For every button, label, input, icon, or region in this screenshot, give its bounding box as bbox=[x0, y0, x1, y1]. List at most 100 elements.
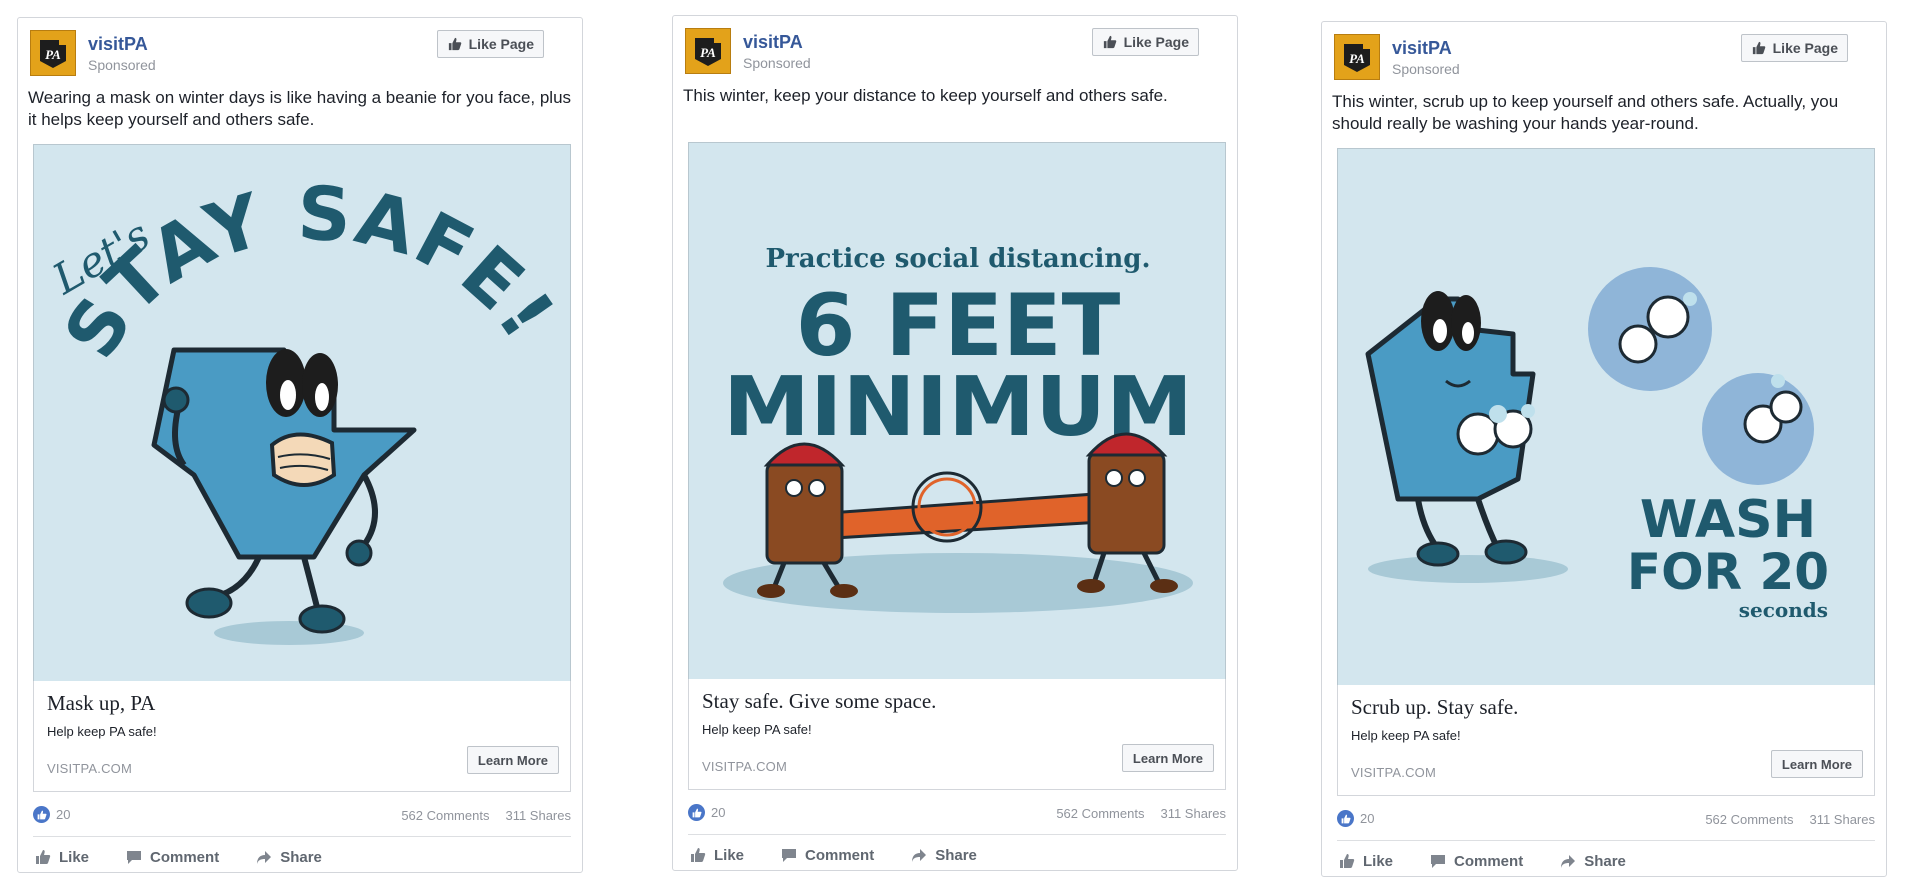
learn-more-button[interactable]: Learn More bbox=[1121, 744, 1214, 772]
comment-icon bbox=[782, 849, 797, 862]
comment-button[interactable]: Comment bbox=[124, 844, 221, 870]
ad-description: Help keep PA safe! bbox=[47, 724, 157, 739]
page-name[interactable]: visitPA bbox=[1392, 38, 1452, 59]
share-arrow-icon bbox=[257, 851, 272, 864]
headline-art-line-1: WASH bbox=[1640, 490, 1816, 550]
share-label: Share bbox=[1584, 852, 1626, 870]
like-count[interactable]: 20 bbox=[1337, 810, 1374, 827]
six-feet-illustration: Practice social distancing. 6 FEET MINIM… bbox=[723, 244, 1193, 613]
headline-art-text: STAY SAFE! bbox=[48, 171, 569, 373]
thumbs-up-icon bbox=[1103, 35, 1116, 49]
action-bar: Like Comment Share bbox=[1337, 848, 1875, 874]
ad-card: PA visitPA Sponsored Like Page This wint… bbox=[672, 15, 1238, 871]
ad-headline[interactable]: Stay safe. Give some space. bbox=[702, 689, 936, 714]
like-button[interactable]: Like bbox=[688, 842, 746, 868]
like-label: Like bbox=[59, 848, 90, 866]
share-arrow-icon bbox=[912, 849, 927, 862]
script-text: Practice social distancing. bbox=[766, 244, 1151, 274]
divider bbox=[33, 836, 571, 837]
share-arrow-icon bbox=[1561, 855, 1576, 868]
wash-hands-illustration: WASH FOR 20 seconds bbox=[1365, 267, 1829, 622]
sponsored-label: Sponsored bbox=[743, 55, 811, 71]
comment-count[interactable]: 562 Comments bbox=[1056, 806, 1144, 821]
share-label: Share bbox=[935, 846, 977, 864]
like-page-button[interactable]: Like Page bbox=[1091, 28, 1199, 56]
ad-description: Help keep PA safe! bbox=[702, 722, 812, 737]
ad-image[interactable]: WASH FOR 20 seconds bbox=[1337, 148, 1875, 686]
ad-caption: This winter, keep your distance to keep … bbox=[683, 86, 1168, 105]
comment-count[interactable]: 562 Comments bbox=[401, 808, 489, 823]
script-text: seconds bbox=[1739, 598, 1828, 622]
share-count[interactable]: 311 Shares bbox=[1160, 806, 1226, 821]
share-label: Share bbox=[280, 848, 322, 866]
page-avatar[interactable]: PA bbox=[685, 28, 731, 74]
engagement-stats: 20 562 Comments 311 Shares bbox=[688, 802, 1226, 824]
ad-link-footer[interactable]: Scrub up. Stay safe. Help keep PA safe! … bbox=[1337, 685, 1875, 796]
headline-art-line-2: FOR 20 bbox=[1627, 543, 1829, 601]
like-page-label: Like Page bbox=[1123, 34, 1189, 50]
sponsored-label: Sponsored bbox=[1392, 61, 1460, 77]
action-bar: Like Comment Share bbox=[688, 842, 1226, 868]
share-button[interactable]: Share bbox=[1558, 848, 1628, 874]
ad-link-footer[interactable]: Mask up, PA Help keep PA safe! VISITPA.C… bbox=[33, 681, 571, 792]
like-page-button[interactable]: Like Page bbox=[1740, 34, 1848, 62]
like-reaction-icon bbox=[1337, 810, 1354, 827]
engagement-stats: 20 562 Comments 311 Shares bbox=[33, 804, 571, 826]
like-button[interactable]: Like bbox=[33, 844, 91, 870]
learn-more-button[interactable]: Learn More bbox=[1770, 750, 1863, 778]
thumbs-up-icon bbox=[448, 37, 461, 51]
thumbs-up-icon bbox=[1752, 41, 1765, 55]
thumbs-up-icon bbox=[691, 848, 706, 862]
sponsored-label: Sponsored bbox=[88, 57, 156, 73]
ad-caption: Wearing a mask on winter days is like ha… bbox=[28, 88, 572, 129]
like-count-value: 20 bbox=[711, 805, 726, 820]
ad-headline[interactable]: Scrub up. Stay safe. bbox=[1351, 695, 1518, 720]
page-name[interactable]: visitPA bbox=[88, 34, 148, 55]
comment-label: Comment bbox=[150, 848, 220, 866]
ad-domain: VISITPA.COM bbox=[702, 759, 788, 774]
comment-icon bbox=[1431, 855, 1446, 868]
like-page-label: Like Page bbox=[1772, 40, 1838, 56]
page-avatar[interactable]: PA bbox=[30, 30, 76, 76]
comment-button[interactable]: Comment bbox=[1428, 848, 1525, 874]
learn-more-button[interactable]: Learn More bbox=[466, 746, 559, 774]
comment-count[interactable]: 562 Comments bbox=[1705, 812, 1793, 827]
share-button[interactable]: Share bbox=[909, 842, 979, 868]
like-reaction-icon bbox=[33, 806, 50, 823]
like-page-label: Like Page bbox=[468, 36, 534, 52]
thumbs-up-icon bbox=[36, 850, 51, 864]
share-count[interactable]: 311 Shares bbox=[505, 808, 571, 823]
ad-card: PA visitPA Sponsored Like Page Wearing a… bbox=[17, 17, 583, 873]
ad-image[interactable]: Let's STAY SAFE! bbox=[33, 144, 571, 682]
ad-link-footer[interactable]: Stay safe. Give some space. Help keep PA… bbox=[688, 679, 1226, 790]
action-bar: Like Comment Share bbox=[33, 844, 571, 870]
like-label: Like bbox=[714, 846, 745, 864]
ad-card: PA visitPA Sponsored Like Page This wint… bbox=[1321, 21, 1887, 877]
divider bbox=[1337, 840, 1875, 841]
comment-icon bbox=[127, 851, 142, 864]
page-name[interactable]: visitPA bbox=[743, 32, 803, 53]
like-page-button[interactable]: Like Page bbox=[436, 30, 544, 58]
svg-text:PA: PA bbox=[700, 45, 716, 60]
visitpa-logo-icon: PA bbox=[1344, 44, 1370, 72]
ad-caption: This winter, scrub up to keep yourself a… bbox=[1332, 92, 1839, 133]
ad-header: PA visitPA Sponsored Like Page bbox=[1334, 34, 1874, 82]
ad-header: PA visitPA Sponsored Like Page bbox=[30, 30, 570, 78]
ad-domain: VISITPA.COM bbox=[47, 761, 133, 776]
share-button[interactable]: Share bbox=[254, 844, 324, 870]
ad-image[interactable]: Practice social distancing. 6 FEET MINIM… bbox=[688, 142, 1226, 680]
ad-headline[interactable]: Mask up, PA bbox=[47, 691, 155, 716]
svg-text:PA: PA bbox=[1349, 51, 1365, 66]
share-count[interactable]: 311 Shares bbox=[1809, 812, 1875, 827]
like-count[interactable]: 20 bbox=[688, 804, 725, 821]
like-count[interactable]: 20 bbox=[33, 806, 70, 823]
svg-text:PA: PA bbox=[45, 47, 61, 62]
page-avatar[interactable]: PA bbox=[1334, 34, 1380, 80]
comment-button[interactable]: Comment bbox=[779, 842, 876, 868]
thumbs-up-icon bbox=[1340, 854, 1355, 868]
ad-header: PA visitPA Sponsored Like Page bbox=[685, 28, 1225, 76]
like-button[interactable]: Like bbox=[1337, 848, 1395, 874]
like-count-value: 20 bbox=[56, 807, 71, 822]
svg-text:STAY SAFE!: STAY SAFE! bbox=[48, 171, 571, 373]
divider bbox=[688, 834, 1226, 835]
